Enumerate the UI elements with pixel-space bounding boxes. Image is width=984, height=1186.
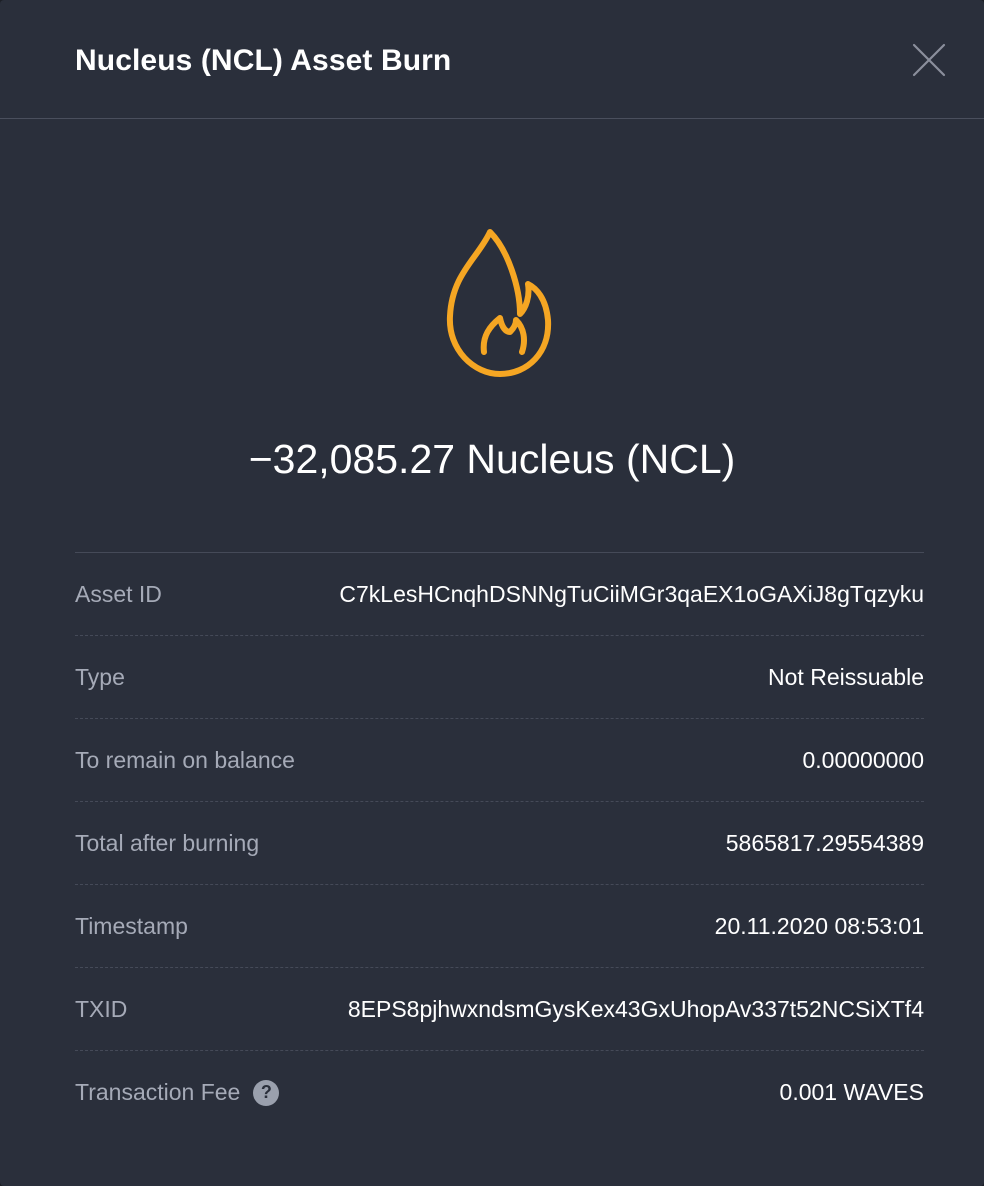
asset-id-value[interactable]: C7kLesHCnqhDSNNgTuCiiMGr3qaEX1oGAXiJ8gTq… <box>339 581 924 608</box>
asset-burn-modal: Nucleus (NCL) Asset Burn −32,085.27 Nucl… <box>0 0 984 1186</box>
detail-row-total-after: Total after burning 5865817.29554389 <box>75 802 924 885</box>
fire-icon <box>446 229 552 377</box>
row-label: To remain on balance <box>75 746 295 773</box>
detail-row-asset-id: Asset ID C7kLesHCnqhDSNNgTuCiiMGr3qaEX1o… <box>75 553 924 636</box>
row-label: Transaction Fee ? <box>75 1079 280 1106</box>
fee-label: Transaction Fee <box>75 1079 241 1105</box>
help-icon[interactable]: ? <box>253 1079 280 1106</box>
modal-title: Nucleus (NCL) Asset Burn <box>75 44 452 77</box>
row-label: Total after burning <box>75 829 260 856</box>
row-label: TXID <box>75 995 128 1022</box>
burn-amount: −32,085.27 Nucleus (NCL) <box>248 436 736 482</box>
timestamp-value: 20.11.2020 08:53:01 <box>714 912 924 939</box>
detail-row-type: Type Not Reissuable <box>75 636 924 719</box>
row-label: Asset ID <box>75 580 162 607</box>
type-value: Not Reissuable <box>768 663 924 690</box>
total-after-value: 5865817.29554389 <box>725 829 924 856</box>
row-label: Timestamp <box>75 912 188 939</box>
detail-row-fee: Transaction Fee ? 0.001 WAVES <box>75 1051 924 1134</box>
details-list: Asset ID C7kLesHCnqhDSNNgTuCiiMGr3qaEX1o… <box>75 552 924 1134</box>
fee-value: 0.001 WAVES <box>779 1079 924 1105</box>
modal-header: Nucleus (NCL) Asset Burn <box>0 0 984 119</box>
detail-row-timestamp: Timestamp 20.11.2020 08:53:01 <box>75 885 924 968</box>
close-icon <box>912 43 946 77</box>
close-button[interactable] <box>905 36 953 84</box>
detail-row-remain-balance: To remain on balance 0.00000000 <box>75 719 924 802</box>
row-label: Type <box>75 663 125 690</box>
detail-row-txid: TXID 8EPS8pjhwxndsmGysKex43GxUhopAv337t5… <box>75 968 924 1051</box>
txid-value[interactable]: 8EPS8pjhwxndsmGysKex43GxUhopAv337t52NCSi… <box>348 996 924 1023</box>
remain-balance-value: 0.00000000 <box>802 746 924 773</box>
